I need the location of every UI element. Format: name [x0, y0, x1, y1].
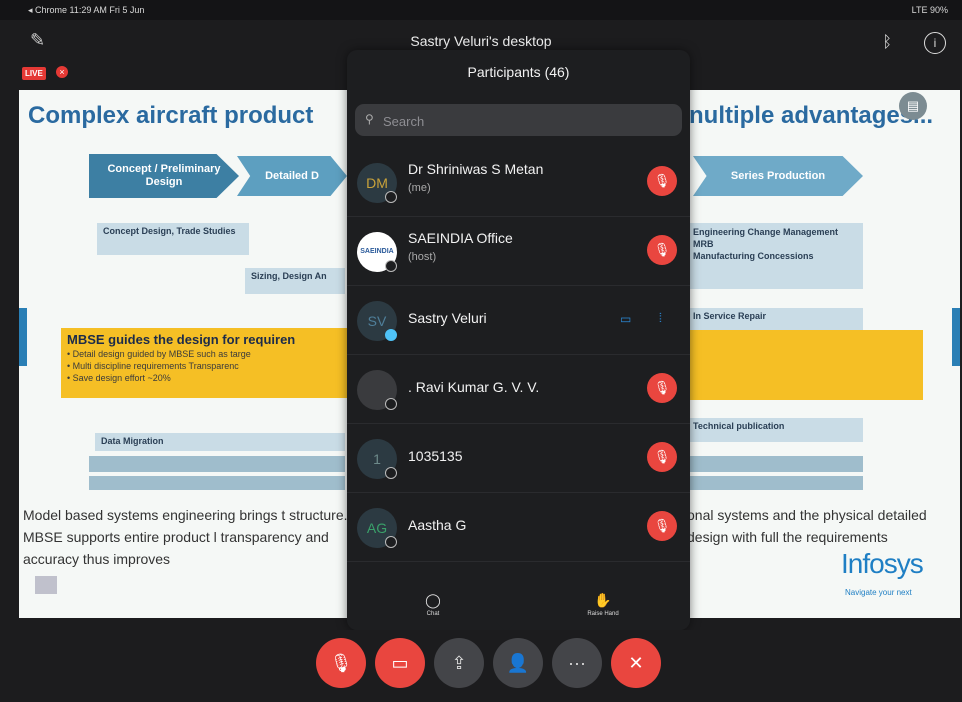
infosys-logo: Infosys [841, 548, 924, 579]
chevron-concept: Concept / Preliminary Design [89, 154, 239, 198]
video-button[interactable]: ▭ [375, 638, 425, 688]
live-badge: LIVE [22, 67, 46, 80]
mbse-bullet: • Detail design guided by MBSE such as t… [67, 349, 251, 359]
mbse-callout-right [687, 330, 923, 400]
chat-label: Chat [426, 611, 440, 617]
more-icon: ··· [568, 653, 586, 673]
box-sizing: Sizing, Design An [245, 268, 345, 294]
panel-title: Participants (46) [467, 64, 570, 80]
mic-muted-icon[interactable]: 🎙 [647, 166, 677, 196]
device-icon [385, 467, 397, 479]
search-box[interactable]: ⚲ [355, 104, 682, 138]
panel-footer: ◯ Chat ✋ Raise Hand [347, 584, 690, 630]
raise-hand-button[interactable]: ✋ Raise Hand [573, 592, 633, 617]
participants-panel: Participants (46) ⚲ DM Dr Shriniwas S Me… [347, 50, 690, 630]
mic-off-icon: 🎙 [329, 653, 353, 673]
status-left: ◂ Chrome 11:29 AM Fri 5 Jun [28, 5, 145, 15]
participant-row[interactable]: SAEINDIA SAEINDIA Office (host) 🎙 [347, 217, 690, 286]
slide-edge-right [952, 308, 960, 366]
mbse-bullet: • Multi discipline requirements Transpar… [67, 361, 239, 371]
mbse-title: MBSE guides the design for requiren [67, 332, 296, 347]
chat-button[interactable]: ◯ Chat [403, 592, 463, 617]
participant-name: . Ravi Kumar G. V. V. [408, 379, 540, 395]
mic-muted-icon[interactable]: 🎙 [647, 511, 677, 541]
status-bar: ◂ Chrome 11:29 AM Fri 5 Jun LTE 90% [0, 0, 962, 20]
participant-name: 1035135 [408, 448, 463, 464]
participant-row[interactable]: AG Aastha G 🎙 [347, 493, 690, 562]
mic-muted-icon[interactable]: 🎙 [647, 373, 677, 403]
mic-muted-icon[interactable]: 🎙 [647, 442, 677, 472]
hand-icon: ✋ [594, 592, 612, 608]
chevron-series: Series Production [693, 156, 863, 196]
stripe [89, 456, 345, 472]
video-on-icon: ▭ [620, 312, 632, 326]
info-icon[interactable]: i [924, 32, 946, 54]
participant-name: SAEINDIA Office [408, 230, 513, 246]
share-button[interactable]: ⇪ [434, 638, 484, 688]
participant-name: Dr Shriniwas S Metan [408, 161, 544, 177]
mic-active-icon: ⦙ [659, 310, 662, 325]
participant-name: Aastha G [408, 517, 467, 533]
device-icon [385, 191, 397, 203]
slide-body-left: Model based systems engineering brings t… [23, 507, 348, 567]
participant-role: (me) [408, 182, 431, 194]
participant-row[interactable]: DM Dr Shriniwas S Metan (me) 🎙 [347, 148, 690, 217]
leave-button[interactable]: ✕ [611, 638, 661, 688]
bluetooth-icon[interactable]: ᛒ [882, 34, 892, 52]
device-icon [385, 536, 397, 548]
participant-name: Sastry Veluri [408, 310, 487, 326]
box-engineering-change: Engineering Change Management MRB Manufa… [687, 223, 863, 289]
box-data-migration: Data Migration [95, 433, 345, 451]
search-icon: ⚲ [365, 112, 374, 126]
participant-row[interactable]: . Ravi Kumar G. V. V. 🎙 [347, 355, 690, 424]
device-icon [385, 398, 397, 410]
raise-hand-label: Raise Hand [587, 611, 619, 617]
device-icon [385, 260, 397, 272]
box-concept-design: Concept Design, Trade Studies [97, 223, 249, 255]
slide-title-right: nultiple advantages... [689, 102, 934, 129]
participant-row[interactable]: SV Sastry Veluri ▭ ⦙ [347, 286, 690, 355]
chevron-detailed: Detailed D [237, 156, 347, 196]
meeting-toolbar: 🎙 ▭ ⇪ 👤 ··· ✕ [0, 630, 962, 702]
device-icon [385, 329, 397, 341]
box-technical-pub: Technical publication [687, 418, 863, 442]
mbse-bullet: • Save design effort ~20% [67, 373, 171, 383]
stripe [687, 456, 863, 472]
status-right: LTE 90% [911, 5, 948, 15]
close-icon: ✕ [628, 653, 644, 673]
share-icon: ⇪ [451, 653, 467, 673]
box-in-service: In Service Repair [687, 308, 863, 330]
mic-muted-icon[interactable]: 🎙 [647, 235, 677, 265]
slide-edge-left [19, 308, 27, 366]
participant-row[interactable]: 1 1035135 🎙 [347, 424, 690, 493]
slide-title-left: Complex aircraft product [28, 102, 314, 129]
stop-live-icon[interactable]: × [56, 66, 68, 78]
slide-body-right: onal systems and the physical detailed d… [687, 507, 927, 545]
participants-button[interactable]: 👤 [493, 638, 543, 688]
chat-icon: ◯ [425, 592, 441, 608]
stripe [687, 476, 863, 490]
video-off-icon: ▭ [391, 653, 409, 673]
search-input[interactable] [381, 104, 675, 138]
stripe [89, 476, 345, 490]
infosys-tagline: Navigate your next [845, 588, 912, 597]
participants-icon: 👤 [506, 653, 530, 673]
slide-thumbnail-icon [35, 576, 57, 594]
mbse-callout: MBSE guides the design for requiren • De… [61, 328, 351, 398]
more-button[interactable]: ··· [552, 638, 602, 688]
host-title: Sastry Veluri's desktop [410, 33, 552, 49]
participant-role: (host) [408, 251, 437, 263]
chat-bubble-icon[interactable]: ▤ [899, 92, 927, 120]
mute-button[interactable]: 🎙 [316, 638, 366, 688]
